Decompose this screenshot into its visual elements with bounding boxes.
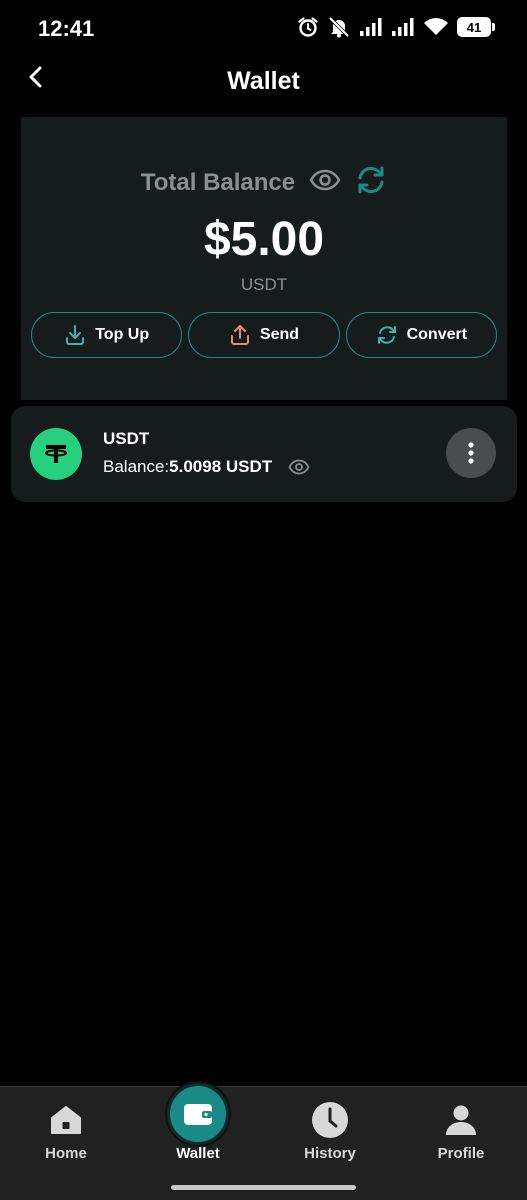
- balance-card: Total Balance $5.00 USDT Top Up Send Con…: [21, 117, 507, 400]
- send-button[interactable]: Send: [188, 312, 340, 358]
- status-icons: 41: [297, 16, 495, 38]
- eye-icon[interactable]: [309, 169, 341, 196]
- signal-icon: [359, 17, 383, 37]
- asset-row-usdt[interactable]: USDT Balance: 5.0098 USDT: [11, 406, 517, 502]
- top-up-button[interactable]: Top Up: [31, 312, 183, 358]
- nav-item-home[interactable]: Home: [11, 1105, 121, 1162]
- bottom-nav: Home Wallet History Profile: [0, 1083, 527, 1200]
- asset-name: USDT: [103, 429, 150, 448]
- battery-icon: 41: [457, 17, 495, 37]
- more-vertical-icon: [468, 442, 474, 464]
- nav-item-history[interactable]: History: [275, 1102, 385, 1162]
- home-indicator[interactable]: [171, 1185, 356, 1190]
- alarm-icon: [297, 16, 319, 38]
- balance-actions: Top Up Send Convert: [31, 312, 497, 358]
- status-bar: 12:41 41: [0, 0, 527, 56]
- convert-label: Convert: [406, 326, 468, 343]
- mute-icon: [327, 16, 351, 38]
- signal-icon: [391, 17, 415, 37]
- wifi-icon: [423, 17, 449, 37]
- asset-balance: Balance: 5.0098 USDT: [103, 457, 310, 477]
- page-title: Wallet: [227, 67, 300, 95]
- person-icon: [446, 1105, 476, 1135]
- convert-button[interactable]: Convert: [345, 312, 497, 358]
- nav-label-history: History: [304, 1145, 356, 1162]
- clock-icon: [312, 1102, 348, 1138]
- nav-label-profile: Profile: [437, 1145, 485, 1162]
- asset-balance-value: 5.0098 USDT: [169, 457, 273, 476]
- nav-item-profile[interactable]: Profile: [406, 1105, 516, 1162]
- home-icon: [51, 1106, 81, 1134]
- eye-icon[interactable]: [288, 459, 310, 475]
- total-balance-currency: USDT: [240, 275, 288, 294]
- total-balance-label: Total Balance: [140, 168, 296, 196]
- total-balance-row: Total Balance: [21, 165, 507, 200]
- wallet-icon: [167, 1083, 229, 1145]
- refresh-icon[interactable]: [355, 165, 387, 200]
- app-header: Wallet: [0, 56, 527, 112]
- nav-label-wallet: Wallet: [176, 1145, 220, 1162]
- upload-icon: [230, 325, 249, 345]
- send-label: Send: [259, 326, 300, 343]
- download-icon: [66, 325, 85, 345]
- nav-item-wallet[interactable]: Wallet: [143, 1083, 253, 1162]
- status-time: 12:41: [38, 16, 95, 41]
- total-balance-amount: $5.00: [203, 213, 325, 266]
- tether-icon: [30, 428, 82, 480]
- top-up-label: Top Up: [95, 326, 150, 343]
- nav-label-home: Home: [45, 1145, 87, 1162]
- asset-balance-label: Balance:: [103, 457, 170, 476]
- refresh-icon: [377, 326, 396, 344]
- more-options-button[interactable]: [446, 428, 496, 478]
